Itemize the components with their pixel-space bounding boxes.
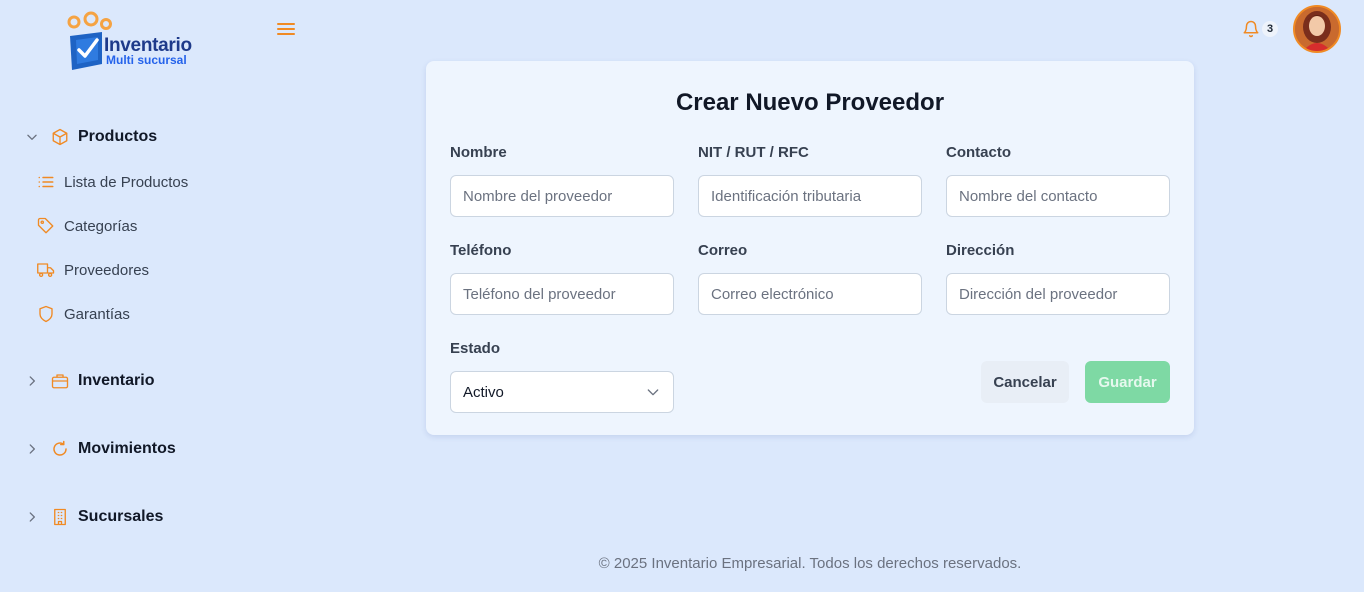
field-contacto: Contacto xyxy=(946,143,1170,217)
sidebar-item-label: Lista de Productos xyxy=(64,173,189,191)
sidebar-group-inventario[interactable]: Inventario xyxy=(24,369,154,393)
tag-icon xyxy=(36,216,56,236)
field-label: Dirección xyxy=(946,242,1015,259)
field-nit: NIT / RUT / RFC xyxy=(698,143,922,217)
sidebar-item-label: Proveedores xyxy=(64,261,150,279)
notifications-count: 3 xyxy=(1262,21,1278,37)
estado-value: Activo xyxy=(463,383,504,401)
refresh-icon xyxy=(50,439,70,459)
bell-icon xyxy=(1243,20,1259,38)
field-label: Contacto xyxy=(946,144,1011,161)
list-icon xyxy=(36,172,56,192)
telefono-input[interactable] xyxy=(450,273,674,315)
sidebar-group-movimientos[interactable]: Movimientos xyxy=(24,437,176,461)
building-icon xyxy=(50,507,70,527)
notifications-button[interactable]: 3 xyxy=(1242,19,1278,39)
field-correo: Correo xyxy=(698,241,922,315)
field-label: Correo xyxy=(698,242,748,259)
correo-input[interactable] xyxy=(698,273,922,315)
chevron-right-icon xyxy=(24,509,40,525)
save-button[interactable]: Guardar xyxy=(1085,361,1170,403)
cancel-button[interactable]: Cancelar xyxy=(981,361,1069,403)
form-title: Crear Nuevo Proveedor xyxy=(675,89,945,116)
field-label: Estado xyxy=(450,340,501,357)
create-supplier-card: Crear Nuevo Proveedor Nombre NIT / RUT /… xyxy=(426,61,1194,435)
sidebar-group-sucursales[interactable]: Sucursales xyxy=(24,505,163,529)
field-label: NIT / RUT / RFC xyxy=(698,144,809,161)
chevron-right-icon xyxy=(24,373,40,389)
direccion-input[interactable] xyxy=(946,273,1170,315)
field-label: Nombre xyxy=(450,144,507,161)
shield-icon xyxy=(36,304,56,324)
sidebar-item-lista-productos[interactable]: Lista de Productos xyxy=(36,170,188,194)
brand-logo[interactable]: Inventario Multi sucursal xyxy=(64,8,204,72)
field-telefono: Teléfono xyxy=(450,241,674,315)
contacto-input[interactable] xyxy=(946,175,1170,217)
sidebar-group-label: Inventario xyxy=(78,372,155,389)
field-estado: Estado Activo xyxy=(450,339,674,413)
estado-select[interactable]: Activo xyxy=(450,371,674,413)
briefcase-icon xyxy=(50,371,70,391)
avatar-image xyxy=(1295,7,1339,51)
nit-input[interactable] xyxy=(698,175,922,217)
sidebar-group-label: Movimientos xyxy=(78,440,176,457)
truck-icon xyxy=(36,260,56,280)
chevron-down-icon xyxy=(647,389,659,396)
box-icon xyxy=(50,127,70,147)
sidebar-group-label: Sucursales xyxy=(78,508,164,525)
sidebar-item-label: Categorías xyxy=(64,217,138,235)
sidebar-item-label: Garantías xyxy=(64,305,130,323)
sidebar-item-categorias[interactable]: Categorías xyxy=(36,214,137,238)
user-avatar[interactable] xyxy=(1293,5,1341,53)
hamburger-icon[interactable] xyxy=(277,21,295,37)
field-label: Teléfono xyxy=(450,242,512,259)
chevron-right-icon xyxy=(24,441,40,457)
nombre-input[interactable] xyxy=(450,175,674,217)
sidebar-item-garantias[interactable]: Garantías xyxy=(36,302,130,326)
sidebar-group-label: Productos xyxy=(78,128,158,145)
sidebar-item-proveedores[interactable]: Proveedores xyxy=(36,258,149,282)
field-nombre: Nombre xyxy=(450,143,674,217)
chevron-down-icon xyxy=(24,129,40,145)
field-direccion: Dirección xyxy=(946,241,1170,315)
sidebar-group-productos[interactable]: Productos xyxy=(24,125,157,149)
footer-copyright: © 2025 Inventario Empresarial. Todos los… xyxy=(598,555,1022,572)
brand-tagline: Multi sucursal xyxy=(106,53,187,67)
